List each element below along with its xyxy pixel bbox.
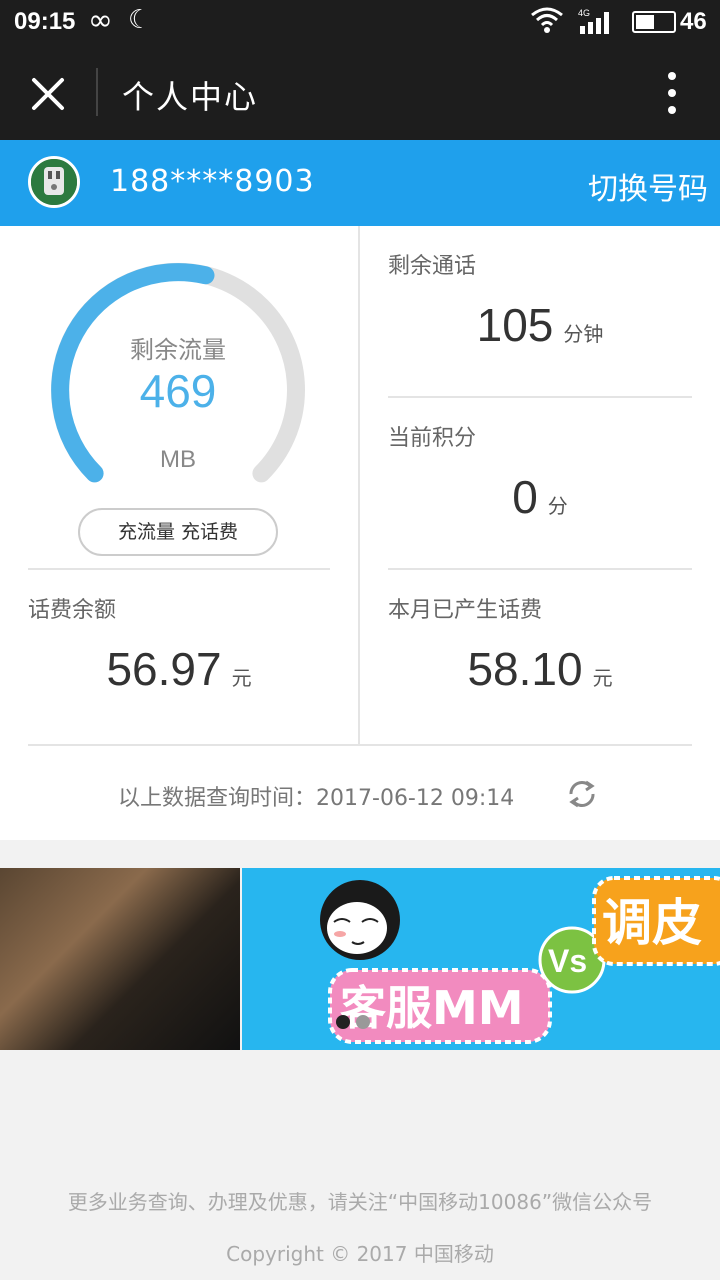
data-remaining-value: 469 [139, 365, 217, 417]
call-time-value: 105 分钟 [360, 298, 720, 352]
points-number: 0 [512, 471, 538, 523]
carousel-indicator [336, 1014, 376, 1033]
query-time: 以上数据查询时间：2017-06-12 09:14 [118, 780, 514, 812]
avatar-image [31, 159, 77, 205]
row-divider-right-1 [388, 396, 692, 398]
battery-level: 46 [680, 8, 707, 35]
monthly-fee-value: 58.10 元 [360, 642, 720, 696]
call-time-unit: 分钟 [563, 322, 604, 346]
promo-banner[interactable]: 客服MM Vs 调皮 [0, 868, 720, 1050]
row-divider-right-2 [388, 568, 692, 570]
refresh-icon[interactable] [564, 776, 600, 812]
bottom-divider [28, 744, 692, 746]
banner-illustration: 客服MM Vs 调皮 [320, 876, 720, 1044]
account-summary-panel: 剩余流量 469 MB 充流量 充话费 剩余通话 105 分钟 当前积分 0分 话… [0, 226, 720, 840]
monthly-fee-label: 本月已产生话费 [388, 598, 543, 623]
banner-text-vs: Vs [548, 943, 587, 979]
balance-value: 56.97 元 [0, 642, 358, 696]
call-time-number: 105 [476, 299, 554, 351]
data-remaining-unit: MB [160, 446, 196, 473]
row-divider-left [28, 568, 330, 570]
carousel-dot[interactable] [356, 1015, 370, 1029]
wifi-icon [531, 7, 563, 33]
balance-unit: 元 [231, 666, 252, 690]
data-remaining-label: 剩余流量 [130, 336, 226, 364]
footer-notice: 更多业务查询、办理及优惠，请关注“中国移动10086”微信公众号 [67, 1190, 653, 1214]
status-time: 09:15 [14, 8, 76, 35]
query-time-label: 以上数据查询时间： [118, 786, 317, 811]
page-title: 个人中心 [122, 78, 259, 116]
query-time-value: 2017-06-12 09:14 [316, 786, 515, 811]
network-type: 4G [578, 8, 590, 18]
monthly-fee-unit: 元 [592, 666, 613, 690]
account-bar: 188****8903 切换号码 [0, 140, 720, 226]
banner-photo [0, 868, 240, 1050]
infinity-icon: ∞ [88, 3, 113, 38]
close-icon[interactable] [28, 74, 68, 114]
more-menu-icon[interactable] [662, 70, 682, 116]
banner-text-right: 调皮 [602, 894, 702, 952]
banner-art: 客服MM Vs 调皮 [242, 868, 720, 1050]
title-bar: 个人中心 [0, 46, 720, 140]
title-divider [96, 68, 98, 116]
moon-icon: ☾ [128, 5, 152, 35]
points-value: 0分 [360, 470, 720, 524]
monthly-fee-number: 58.10 [467, 643, 583, 695]
call-time-label: 剩余通话 [388, 254, 477, 279]
signal-icon: 4G [578, 8, 609, 34]
switch-number-button[interactable]: 切换号码 [588, 164, 708, 208]
carousel-dot[interactable] [336, 1015, 350, 1029]
footer-copyright: Copyright © 2017 中国移动 [226, 1242, 494, 1266]
balance-label: 话费余额 [28, 598, 117, 623]
battery-icon [632, 11, 676, 33]
status-bar: 09:15 ∞ ☾ 4G 46 [0, 0, 720, 46]
avatar[interactable] [28, 156, 80, 208]
points-unit: 分 [547, 494, 568, 518]
balance-number: 56.97 [106, 643, 222, 695]
phone-number: 188****8903 [110, 164, 315, 199]
recharge-button[interactable]: 充流量 充话费 [78, 508, 278, 556]
points-label: 当前积分 [388, 426, 477, 451]
